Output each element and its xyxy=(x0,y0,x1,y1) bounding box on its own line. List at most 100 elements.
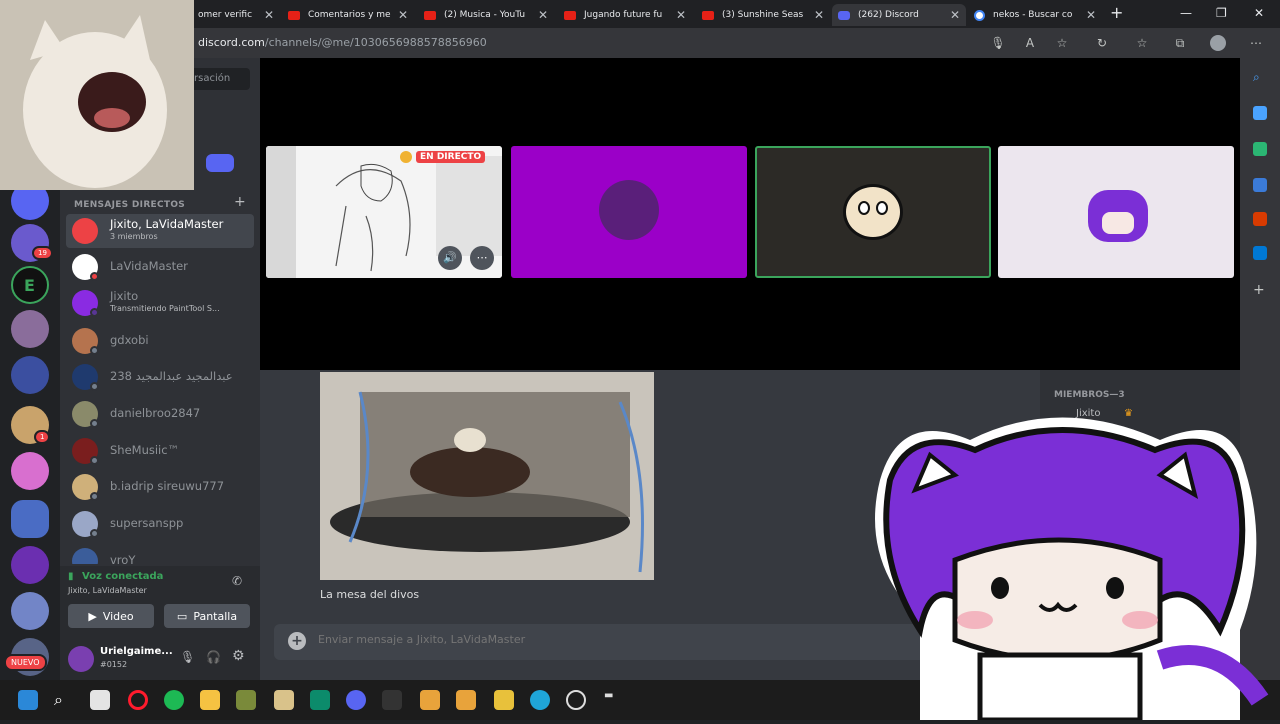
server-icon[interactable]: E xyxy=(11,266,49,304)
add-icon[interactable]: + xyxy=(1253,282,1267,298)
purple-hair-character xyxy=(875,417,1269,723)
create-dm-icon[interactable]: + xyxy=(234,194,246,210)
window-close-icon[interactable]: ✕ xyxy=(1254,6,1264,20)
more-icon[interactable]: ⋯ xyxy=(1248,35,1264,51)
more-options-icon[interactable]: ⋯ xyxy=(470,246,494,270)
mention-badge: 1 xyxy=(34,430,51,444)
voice-connected-panel: ▮ Voz conectada Jixito, LaVidaMaster ✆ ▶… xyxy=(60,566,260,638)
dm-item[interactable]: Jixito Transmitiendo PaintTool S... xyxy=(66,286,254,320)
app-icon[interactable] xyxy=(420,690,440,710)
app-icon[interactable]: ▬ xyxy=(604,690,624,710)
volume-icon[interactable]: 🔊 xyxy=(438,246,462,270)
dm-item[interactable]: Jixito, LaVidaMaster 3 miembros xyxy=(66,214,254,248)
dm-name: Jixito xyxy=(110,289,139,303)
close-icon[interactable]: ✕ xyxy=(676,8,686,22)
server-icon[interactable] xyxy=(11,500,49,538)
browser-tab-7[interactable]: nekos - Buscar co ✕ xyxy=(968,4,1102,26)
dm-item[interactable]: gdxobi xyxy=(66,324,254,358)
close-icon[interactable]: ✕ xyxy=(814,8,824,22)
avatar[interactable] xyxy=(68,646,94,672)
server-icon[interactable] xyxy=(11,546,49,584)
discord-icon[interactable] xyxy=(346,690,366,710)
search-icon[interactable]: ⌕ xyxy=(54,690,74,710)
settings-gear-icon[interactable]: ⚙ xyxy=(232,648,245,664)
browser-tab-4[interactable]: Jugando future fu ✕ xyxy=(558,4,692,26)
dm-item[interactable]: vroY xyxy=(66,544,254,564)
refresh-icon[interactable]: ↻ xyxy=(1094,35,1110,51)
tools-icon[interactable] xyxy=(1253,142,1267,156)
task-view-icon[interactable] xyxy=(90,690,110,710)
participant-tile[interactable] xyxy=(755,146,991,278)
browser-tab-6[interactable]: (262) Discord ✕ xyxy=(832,4,966,26)
app-icon[interactable] xyxy=(274,690,294,710)
collections-icon[interactable]: ⧉ xyxy=(1172,35,1188,51)
opera-icon[interactable] xyxy=(128,690,148,710)
spotify-icon[interactable] xyxy=(164,690,184,710)
close-icon[interactable]: ✕ xyxy=(1086,8,1096,22)
participant-tile[interactable] xyxy=(998,146,1234,278)
dm-item[interactable]: b.iadrip sireuwu777 xyxy=(66,470,254,504)
close-icon[interactable]: ✕ xyxy=(538,8,548,22)
avatar xyxy=(72,548,98,564)
dm-name: 238 عبدالمجيد عبدالمجيد xyxy=(110,369,233,383)
search-icon[interactable]: ⌕ xyxy=(1253,70,1267,84)
new-tab-icon[interactable]: + xyxy=(1110,3,1123,22)
close-icon[interactable]: ✕ xyxy=(950,8,960,22)
server-icon[interactable] xyxy=(11,310,49,348)
disconnect-icon[interactable]: ✆ xyxy=(232,574,242,588)
read-aloud-icon[interactable]: A xyxy=(1022,35,1038,51)
dm-subtitle: Transmitiendo PaintTool S... xyxy=(110,304,220,313)
edge-icon[interactable] xyxy=(530,690,550,710)
user-tag: #0152 xyxy=(100,660,128,669)
office-icon[interactable] xyxy=(1253,212,1267,226)
app-icon[interactable] xyxy=(382,690,402,710)
headphones-icon[interactable]: 🎧 xyxy=(206,650,221,664)
app-icon[interactable] xyxy=(494,690,514,710)
dm-name: b.iadrip sireuwu777 xyxy=(110,479,225,493)
app-icon[interactable] xyxy=(456,690,476,710)
browser-tab-2[interactable]: Comentarios y me ✕ xyxy=(282,4,414,26)
profile-icon[interactable] xyxy=(1210,35,1226,51)
server-icon[interactable] xyxy=(11,592,49,630)
browser-tab-1[interactable]: omer verific ✕ xyxy=(192,4,280,26)
participant-tile[interactable] xyxy=(511,146,747,278)
cake-photo xyxy=(320,372,654,580)
favorite-star-icon[interactable]: ☆ xyxy=(1054,35,1070,51)
avatar xyxy=(1088,190,1148,242)
shopping-icon[interactable] xyxy=(1253,106,1267,120)
search-placeholder: rsación xyxy=(194,73,231,84)
minimize-icon[interactable]: — xyxy=(1180,6,1192,20)
dm-name: SheMusiic™ xyxy=(110,443,180,457)
close-icon[interactable]: ✕ xyxy=(264,8,274,22)
image-attachment[interactable] xyxy=(320,372,654,580)
dm-item[interactable]: danielbroo2847 xyxy=(66,397,254,431)
url-field[interactable]: discord.com/channels/@me/103065698857885… xyxy=(198,36,487,49)
app-icon[interactable] xyxy=(566,690,586,710)
minecraft-icon[interactable] xyxy=(236,690,256,710)
close-icon[interactable]: ✕ xyxy=(398,8,408,22)
stream-tile[interactable]: EN DIRECTO 🔊 ⋯ xyxy=(266,146,502,278)
app-icon[interactable] xyxy=(310,690,330,710)
dm-item[interactable]: supersanspp xyxy=(66,507,254,541)
dm-item[interactable]: SheMusiic™ xyxy=(66,434,254,468)
dm-item[interactable]: 238 عبدالمجيد عبدالمجيد xyxy=(66,360,254,394)
microphone-icon[interactable]: 🎙 xyxy=(180,650,195,664)
favorites-icon[interactable]: ☆ xyxy=(1134,35,1150,51)
server-icon[interactable] xyxy=(11,356,49,394)
games-icon[interactable] xyxy=(1253,178,1267,192)
screen-share-button[interactable]: ▭ Pantalla xyxy=(164,604,250,628)
add-attachment-icon[interactable]: + xyxy=(288,632,306,650)
microphone-icon[interactable]: 🎙 xyxy=(990,35,1006,51)
youtube-icon xyxy=(288,10,300,20)
windows-start-icon[interactable] xyxy=(18,690,38,710)
server-icon[interactable] xyxy=(11,452,49,490)
folder-icon[interactable] xyxy=(200,690,220,710)
dm-item[interactable]: LaVidaMaster xyxy=(66,250,254,284)
browser-tab-3[interactable]: (2) Musica - YouTu ✕ xyxy=(418,4,554,26)
video-button[interactable]: ▶ Video xyxy=(68,604,154,628)
video-label: Video xyxy=(102,609,134,623)
outlook-icon[interactable] xyxy=(1253,246,1267,260)
maximize-icon[interactable]: ❐ xyxy=(1216,6,1227,20)
browser-tab-5[interactable]: (3) Sunshine Seas ✕ xyxy=(696,4,830,26)
username: Urielgaime... xyxy=(100,646,173,657)
